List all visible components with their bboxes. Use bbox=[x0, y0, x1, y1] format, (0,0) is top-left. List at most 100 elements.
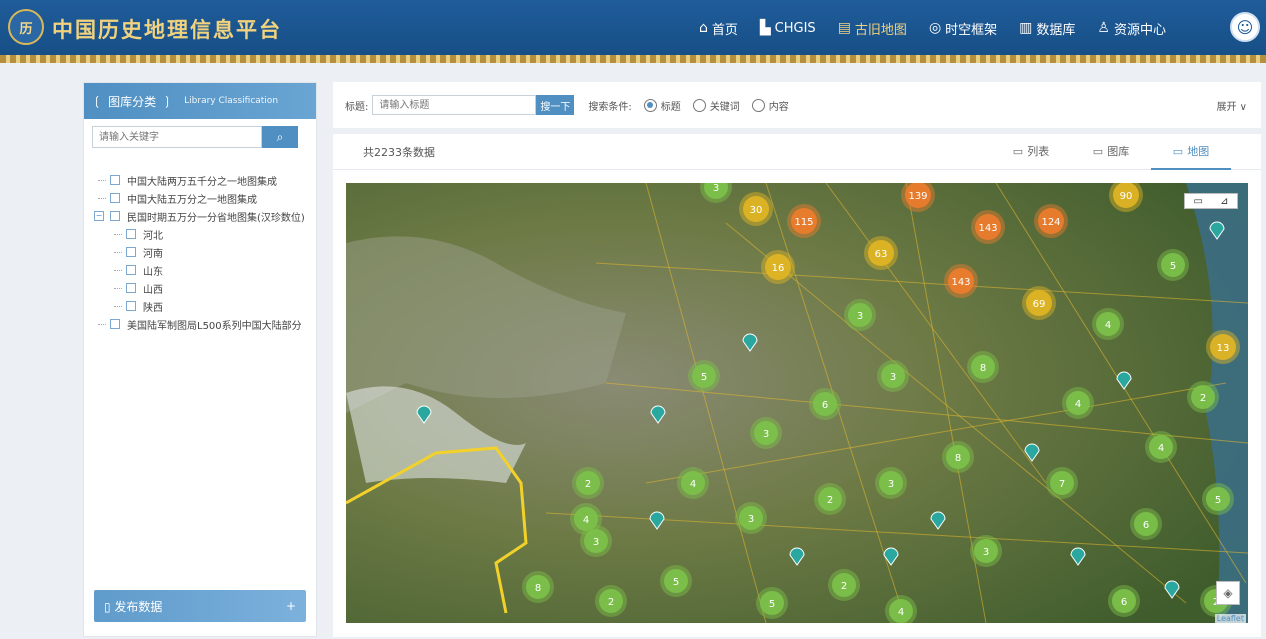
cluster-count: 2 bbox=[827, 495, 833, 506]
results-bar: 共2233条数据 ▭ 列表 ▭ 图库 ▭ 地图 bbox=[333, 134, 1261, 170]
cluster-count: 6 bbox=[1121, 597, 1127, 608]
top-header: 历 中国历史地理信息平台 ⌂ 首页 ▙ CHGIS ▤ 古旧地图 ◎ 时空框架 ▥ 数据库… bbox=[0, 0, 1266, 56]
radio-button[interactable] bbox=[643, 98, 657, 112]
tree-item[interactable]: 美国陆军制图局L500系列中国大陆部分 bbox=[98, 315, 314, 333]
publish-data-button[interactable]: ▯ 发布数据 + bbox=[94, 590, 306, 622]
avatar[interactable]: ☺ bbox=[1230, 12, 1260, 42]
list-icon: ▭ bbox=[1012, 144, 1024, 158]
cluster-count: 3 bbox=[983, 547, 989, 558]
condition-label: 搜索条件: bbox=[588, 101, 632, 113]
tree-item[interactable]: 陕西 bbox=[98, 297, 314, 315]
collapse-toggle-icon[interactable]: − bbox=[94, 211, 104, 221]
cluster-count: 4 bbox=[1105, 320, 1111, 331]
cluster-count: 3 bbox=[593, 537, 599, 548]
radio-button[interactable] bbox=[751, 98, 765, 112]
sidebar-title: 图库分类 bbox=[108, 94, 157, 109]
cluster-count: 6 bbox=[1143, 520, 1149, 531]
cluster-count: 4 bbox=[583, 515, 589, 526]
sidebar-subtitle: Library Classification bbox=[184, 96, 279, 106]
cluster-count: 13 bbox=[1217, 343, 1230, 354]
expand-toggle[interactable]: 展开 ∨ bbox=[1217, 98, 1248, 113]
cluster-count: 5 bbox=[701, 372, 707, 383]
book-icon: ❲ bbox=[92, 94, 103, 108]
document-icon: ▯ bbox=[104, 599, 115, 614]
checkbox[interactable] bbox=[110, 175, 120, 185]
cluster-count: 4 bbox=[1158, 443, 1164, 454]
header-border bbox=[0, 55, 1266, 63]
book-icon-right: ❳ bbox=[162, 94, 173, 108]
radio-title[interactable]: 标题 bbox=[643, 98, 681, 113]
map-panel: 3 30 115 139 124 143 90 63 16 143 69 5 3 4 13 5 3 8 6 4 2 3 8 4… bbox=[333, 170, 1261, 637]
nav-framework[interactable]: ◎ 时空框架 bbox=[929, 19, 997, 38]
checkbox[interactable] bbox=[110, 211, 120, 221]
checkbox[interactable] bbox=[126, 301, 136, 311]
cluster-count: 30 bbox=[750, 205, 763, 216]
checkbox[interactable] bbox=[110, 193, 120, 203]
cluster-count: 139 bbox=[908, 191, 927, 202]
tree-item[interactable]: 河南 bbox=[98, 243, 314, 261]
site-title[interactable]: 中国历史地理信息平台 bbox=[52, 14, 282, 44]
tab-list[interactable]: ▭ 列表 bbox=[991, 134, 1071, 170]
keyword-input[interactable] bbox=[92, 126, 262, 148]
checkbox[interactable] bbox=[110, 319, 120, 329]
search-bar: 标题: 搜一下 搜索条件: 标题 关键词 内容 展开 ∨ bbox=[333, 82, 1261, 128]
nav-chgis[interactable]: ▙ CHGIS bbox=[760, 20, 816, 36]
cluster-count: 3 bbox=[888, 479, 894, 490]
cluster-count: 8 bbox=[955, 453, 961, 464]
checkbox[interactable] bbox=[126, 247, 136, 257]
polygon-icon[interactable]: ⊿ bbox=[1220, 196, 1228, 207]
radio-button[interactable] bbox=[692, 98, 706, 112]
tree-item[interactable]: 中国大陆五万分之一地图集成 bbox=[98, 189, 314, 207]
home-icon: ⌂ bbox=[698, 20, 708, 36]
cluster-count: 5 bbox=[1170, 261, 1176, 272]
title-input[interactable] bbox=[372, 95, 537, 115]
cluster-count: 90 bbox=[1120, 191, 1133, 202]
checkbox[interactable] bbox=[126, 229, 136, 239]
main-nav: ⌂ 首页 ▙ CHGIS ▤ 古旧地图 ◎ 时空框架 ▥ 数据库 ♙ 资源中心 bbox=[699, 0, 1166, 56]
category-tree: 中国大陆两万五千分之一地图集成 中国大陆五万分之一地图集成 − 民国时期五万分一分… bbox=[94, 171, 314, 333]
cluster-count: 4 bbox=[690, 479, 696, 490]
tree-item[interactable]: 中国大陆两万五千分之一地图集成 bbox=[98, 171, 314, 189]
cluster-count: 2 bbox=[1200, 393, 1206, 404]
tab-map[interactable]: ▭ 地图 bbox=[1151, 134, 1231, 170]
cluster-count: 3 bbox=[890, 372, 896, 383]
layers-icon: ◈ bbox=[1223, 586, 1233, 600]
checkbox[interactable] bbox=[126, 283, 136, 293]
cluster-count: 4 bbox=[1075, 399, 1081, 410]
radio-content[interactable]: 内容 bbox=[751, 98, 789, 113]
rectangle-icon[interactable]: ▭ bbox=[1194, 196, 1203, 207]
cluster-count: 143 bbox=[978, 223, 997, 234]
tree-item[interactable]: 河北 bbox=[98, 225, 314, 243]
nav-home[interactable]: ⌂ 首页 bbox=[699, 19, 738, 38]
nav-database[interactable]: ▥ 数据库 bbox=[1019, 19, 1075, 38]
leaflet-attribution[interactable]: Leaflet bbox=[1214, 614, 1246, 623]
layers-button[interactable]: ◈ bbox=[1216, 581, 1240, 605]
map-icon: ▭ bbox=[1172, 144, 1184, 158]
gallery-icon: ▭ bbox=[1092, 144, 1104, 158]
cluster-count: 2 bbox=[608, 597, 614, 608]
draw-controls[interactable]: ▭ ⊿ bbox=[1184, 193, 1238, 209]
cluster-count: 4 bbox=[898, 607, 904, 618]
title-label: 标题: bbox=[345, 101, 369, 113]
nav-old-maps[interactable]: ▤ 古旧地图 bbox=[838, 19, 907, 38]
cluster-count: 6 bbox=[822, 400, 828, 411]
cluster-count: 3 bbox=[763, 429, 769, 440]
view-tabs: ▭ 列表 ▭ 图库 ▭ 地图 bbox=[991, 134, 1231, 170]
map-canvas[interactable]: 33011513912414390631614369534135 386 42384… bbox=[346, 183, 1248, 623]
tree-item[interactable]: − 民国时期五万分一分省地图集(汉珍数位) bbox=[94, 207, 314, 225]
tree-item[interactable]: 山西 bbox=[98, 279, 314, 297]
radio-keyword[interactable]: 关键词 bbox=[692, 98, 740, 113]
tab-gallery[interactable]: ▭ 图库 bbox=[1071, 134, 1151, 170]
nav-resources[interactable]: ♙ 资源中心 bbox=[1097, 19, 1166, 38]
keyword-search-button[interactable]: ⌕ bbox=[262, 126, 298, 148]
bar-chart-icon: ▥ bbox=[1019, 20, 1033, 36]
satellite-map[interactable]: 3 30 115 139 124 143 90 63 16 143 69 5 3 4 13 5 3 8 6 4 2 3 8 4… bbox=[346, 183, 1248, 623]
search-button[interactable]: 搜一下 bbox=[536, 95, 575, 115]
sidebar-search: ⌕ bbox=[92, 126, 298, 148]
tree-item[interactable]: 山东 bbox=[98, 261, 314, 279]
map-pin-icon: ▙ bbox=[759, 20, 771, 36]
logo-icon[interactable]: 历 bbox=[8, 9, 44, 45]
cluster-count: 5 bbox=[769, 599, 775, 610]
checkbox[interactable] bbox=[126, 265, 136, 275]
cluster-count: 8 bbox=[980, 363, 986, 374]
